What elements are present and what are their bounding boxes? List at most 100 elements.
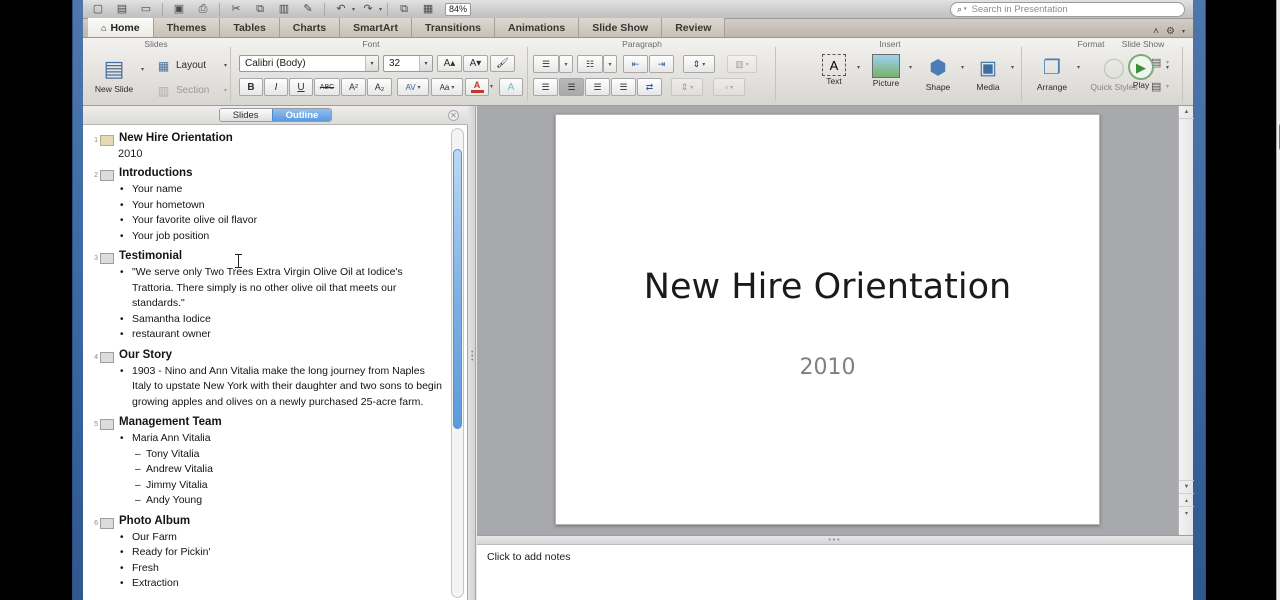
notes-placeholder[interactable]: Click to add notes [487, 551, 570, 563]
superscript-button[interactable]: A² [341, 78, 366, 96]
outline-bullet[interactable]: Tony Vitalia [118, 447, 446, 463]
section-button[interactable]: ▥ Section ▾ [155, 82, 227, 99]
align-left-button[interactable]: ☰ [533, 78, 558, 96]
font-name-combobox[interactable]: Calibri (Body) ▾ [239, 55, 379, 72]
change-case-button[interactable]: Aa ▾ [431, 78, 463, 96]
insert-shape-caret-icon[interactable]: ▾ [961, 64, 964, 71]
slide-thumbnail-icon[interactable] [100, 170, 114, 181]
slide-title[interactable]: Management Team [119, 415, 222, 430]
decrease-indent-button[interactable]: ⇤ [623, 55, 648, 73]
clear-formatting-button[interactable]: 🖌 [490, 55, 515, 72]
undo-icon[interactable]: ↶ [330, 1, 352, 18]
hyperlink-icon[interactable]: ⧉ [393, 1, 415, 18]
layout-button[interactable]: ▦ Layout ▾ [155, 57, 227, 74]
underline-button[interactable]: U [289, 78, 313, 96]
slide-canvas[interactable]: New Hire Orientation 2010 [555, 114, 1100, 525]
pane-splitter[interactable]: • • • [468, 106, 476, 600]
outline-slide-1[interactable]: 1 New Hire Orientation [87, 131, 446, 146]
subscript-button[interactable]: A₂ [367, 78, 392, 96]
cut-icon[interactable]: ✂ [225, 1, 247, 18]
format-painter-icon[interactable]: ✎ [297, 1, 319, 18]
align-text-button[interactable]: ⇕ ▾ [671, 78, 703, 96]
bullets-caret-button[interactable]: ▾ [559, 55, 573, 73]
numbering-button[interactable]: ☷ [577, 55, 603, 73]
outline-slide-2[interactable]: 2 Introductions [87, 166, 446, 181]
outline-bullet[interactable]: Your favorite olive oil flavor [118, 213, 446, 229]
editor-scrollbar[interactable]: ▲ ▼ ▴ ▾ [1178, 106, 1194, 535]
outline-bullet[interactable]: Your job position [118, 229, 446, 245]
slide-subtitle-placeholder[interactable]: 2010 [556, 355, 1099, 380]
play-button[interactable]: ▶ Play [1119, 54, 1163, 90]
paste-icon[interactable]: ▥ [273, 1, 295, 18]
tab-home[interactable]: ⌂ Home [88, 18, 154, 37]
slide-title-placeholder[interactable]: New Hire Orientation [556, 267, 1099, 307]
outline-bullet[interactable]: Maria Ann Vitalia [118, 431, 446, 447]
slide-title[interactable]: New Hire Orientation [119, 131, 233, 146]
insert-media-caret-icon[interactable]: ▾ [1011, 64, 1014, 71]
slide-thumbnail-icon[interactable] [100, 135, 114, 146]
outline-bullet[interactable]: Our Farm [118, 530, 446, 546]
character-spacing-button[interactable]: AV ▾ [397, 78, 429, 96]
tab-slide-show[interactable]: Slide Show [579, 18, 663, 37]
arrange-caret-icon[interactable]: ▾ [1077, 64, 1080, 71]
print-icon[interactable]: ⎙ [192, 1, 214, 18]
outline-slide-6[interactable]: 6 Photo Album [87, 514, 446, 529]
align-center-button[interactable]: ☰ [559, 78, 584, 96]
scroll-down-icon[interactable]: ▼ [1179, 480, 1194, 493]
outline-bullet[interactable]: Fresh [118, 561, 446, 577]
outline-bullet[interactable]: Jimmy Vitalia [118, 478, 446, 494]
font-color-caret-icon[interactable]: ▾ [490, 83, 493, 90]
tab-smartart[interactable]: SmartArt [340, 18, 412, 37]
convert-smartart-button[interactable]: ▫ ▾ [713, 78, 745, 96]
slide-thumbnail-icon[interactable] [100, 253, 114, 264]
insert-text-caret-icon[interactable]: ▾ [857, 64, 860, 71]
show-presentation-icon[interactable]: ▦ [417, 1, 439, 18]
outline-bullet[interactable]: restaurant owner [118, 327, 446, 343]
tab-animations[interactable]: Animations [495, 18, 580, 37]
increase-indent-button[interactable]: ⇥ [649, 55, 674, 73]
change-case-caret-icon[interactable]: ▾ [451, 84, 454, 91]
outline-bullet[interactable]: Samantha Iodice [118, 312, 446, 328]
insert-media-button[interactable]: ▣ Media [967, 54, 1009, 93]
tab-themes[interactable]: Themes [153, 18, 221, 37]
outline-bullet[interactable]: Ready for Pickin' [118, 545, 446, 561]
slide-thumbnail-icon[interactable] [100, 517, 114, 529]
section-caret-icon[interactable]: ▾ [224, 87, 227, 94]
line-spacing-button[interactable]: ⇕ ▾ [683, 55, 715, 73]
collapse-ribbon-icon[interactable]: ˄ [1153, 26, 1159, 37]
shrink-font-button[interactable]: A▾ [463, 55, 488, 72]
zoom-level[interactable]: 84% [445, 2, 472, 16]
insert-picture-button[interactable]: Picture [865, 54, 907, 88]
search-input[interactable]: ⌕ ▾ Search in Presentation [950, 1, 1185, 17]
grow-font-button[interactable]: A▴ [437, 55, 462, 72]
gear-caret-icon[interactable]: ▾ [1182, 28, 1185, 35]
font-color-button[interactable]: A [465, 78, 489, 96]
tab-tables[interactable]: Tables [220, 18, 280, 37]
undo-caret-icon[interactable]: ▾ [352, 6, 355, 13]
previous-slide-icon[interactable]: ▴ [1179, 493, 1194, 506]
tab-slides[interactable]: Slides [219, 109, 272, 121]
play-caret-icon[interactable]: ▾ [1166, 64, 1169, 71]
outline-slide-5[interactable]: 5 Management Team [87, 415, 446, 430]
new-slide-button[interactable]: ▤ New Slide [90, 54, 138, 95]
outline-bullet[interactable]: Andy Young [118, 493, 446, 509]
bold-button[interactable]: B [239, 78, 263, 96]
outline-scrollbar[interactable] [451, 128, 464, 598]
insert-shape-button[interactable]: ⬢ Shape [917, 54, 959, 92]
tab-transitions[interactable]: Transitions [412, 18, 496, 37]
outline-list[interactable]: 1 New Hire Orientation 2010 2 Introducti… [83, 125, 468, 600]
slide-title[interactable]: Testimonial [119, 249, 182, 264]
slide-thumbnail-icon[interactable] [100, 351, 114, 363]
outline-bullet[interactable]: Extraction [118, 576, 446, 592]
close-icon[interactable]: ✕ [448, 110, 459, 121]
outline-bullet[interactable]: 1903 - Nino and Ann Vitalia make the lon… [118, 364, 446, 411]
outline-bullet[interactable]: Your name [118, 182, 446, 198]
new-document-icon[interactable]: ▢ [87, 1, 109, 18]
notes-resize-grip[interactable]: ••• [477, 536, 1193, 545]
columns-button[interactable]: ▥ ▾ [727, 55, 757, 73]
search-scope-caret-icon[interactable]: ▾ [964, 6, 967, 12]
outline-slide-3[interactable]: 3 Testimonial [87, 249, 446, 264]
font-size-combobox[interactable]: 32 ▾ [383, 55, 433, 72]
gear-icon[interactable]: ⚙ [1166, 26, 1175, 37]
font-size-caret-icon[interactable]: ▾ [419, 56, 432, 71]
